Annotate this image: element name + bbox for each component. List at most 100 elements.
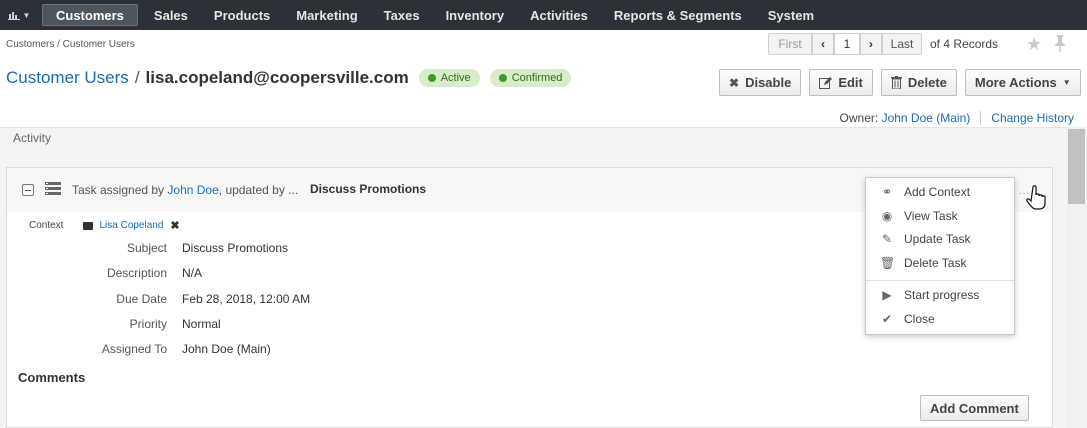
- dashboard-menu-button[interactable]: ▼: [0, 0, 38, 30]
- status-badge-label: Confirmed: [511, 72, 563, 84]
- nav-system[interactable]: System: [755, 0, 827, 30]
- menu-item-close[interactable]: ✔ Close: [866, 308, 1014, 330]
- field-value-due-date: Feb 28, 2018, 12:00 AM: [182, 292, 311, 306]
- title-separator: /: [134, 68, 140, 87]
- activity-label: Activity: [13, 131, 52, 145]
- caret-down-icon: ▼: [1062, 78, 1071, 87]
- task-subject-title: Discuss Promotions: [310, 182, 427, 196]
- play-icon: ▶: [882, 288, 892, 302]
- owner-label: Owner:: [839, 111, 879, 125]
- record-title: lisa.copeland@coopersville.com: [145, 68, 409, 87]
- pager-last-button[interactable]: Last: [882, 33, 922, 55]
- status-badge-active: Active: [418, 69, 480, 87]
- field-label-description: Description: [106, 266, 167, 280]
- edit-icon: ✎: [881, 232, 893, 246]
- edit-icon: [819, 76, 833, 89]
- field-value-subject: Discuss Promotions: [182, 241, 289, 255]
- edit-label: Edit: [838, 75, 863, 90]
- task-header-summary: Task assigned by John Doe, updated by ..…: [72, 183, 298, 197]
- context-label: Context: [29, 220, 64, 231]
- remove-context-icon[interactable]: ✖: [170, 219, 179, 232]
- context-row: Context Lisa Copeland ✖: [29, 219, 180, 232]
- status-badge-confirmed: Confirmed: [489, 69, 572, 87]
- nav-activities[interactable]: Activities: [517, 0, 601, 30]
- menu-item-label: Update Task: [904, 232, 971, 246]
- nav-products[interactable]: Products: [201, 0, 283, 30]
- collapse-icon[interactable]: [22, 184, 34, 196]
- delete-button[interactable]: Delete: [880, 69, 957, 96]
- nav-taxes[interactable]: Taxes: [371, 0, 433, 30]
- menu-item-update-task[interactable]: ✎ Update Task: [866, 228, 1014, 250]
- status-dot-icon: [498, 74, 507, 82]
- nav-reports-segments[interactable]: Reports & Segments: [601, 0, 755, 30]
- menu-item-label: Add Context: [904, 185, 971, 199]
- menu-item-delete-task[interactable]: 🗑 Delete Task: [866, 252, 1014, 274]
- nav-marketing[interactable]: Marketing: [283, 0, 370, 30]
- customer-users-link[interactable]: Customer Users: [6, 68, 129, 88]
- record-actions: ✖ Disable Edit Delete More Actions ▼: [719, 69, 1081, 96]
- comments-title: Comments: [18, 370, 86, 385]
- field-value-description: N/A: [182, 266, 203, 280]
- owner-link[interactable]: John Doe (Main): [882, 111, 971, 125]
- task-header-suffix: , updated by ...: [218, 183, 299, 197]
- owner-row: Owner: John Doe (Main) Change History: [840, 111, 1074, 125]
- star-icon[interactable]: ★: [1026, 34, 1042, 55]
- top-nav: ▼ Customers Sales Products Marketing Tax…: [0, 0, 1087, 30]
- pager-first-button[interactable]: First: [768, 33, 812, 55]
- context-link[interactable]: Lisa Copeland: [99, 220, 163, 231]
- task-header-prefix: Task assigned by: [72, 183, 165, 197]
- chevron-right-icon: ›: [869, 37, 873, 51]
- eye-icon: ◉: [881, 209, 893, 223]
- menu-item-label: Start progress: [904, 288, 980, 302]
- page-title: Customer Users / lisa.copeland@coopersvi…: [6, 68, 572, 88]
- disable-label: Disable: [745, 75, 792, 90]
- assigned-by-link[interactable]: John Doe: [167, 183, 218, 197]
- close-icon: ✖: [729, 75, 740, 90]
- more-actions-button[interactable]: More Actions ▼: [964, 69, 1081, 96]
- field-value-assigned-to[interactable]: John Doe (Main): [182, 342, 271, 356]
- bar-chart-icon: [7, 12, 20, 20]
- menu-item-view-task[interactable]: ◉ View Task: [866, 205, 1014, 227]
- add-comment-button[interactable]: Add Comment: [920, 395, 1029, 421]
- task-list-icon: [45, 182, 61, 195]
- nav-inventory[interactable]: Inventory: [433, 0, 518, 30]
- nav-customers[interactable]: Customers: [42, 4, 138, 26]
- field-value-priority: Normal: [182, 317, 221, 331]
- change-history-link[interactable]: Change History: [991, 111, 1074, 125]
- link-icon: ⚭: [881, 185, 893, 199]
- pager-page-input[interactable]: 1: [834, 33, 860, 55]
- menu-item-label: View Task: [904, 209, 958, 223]
- hand-cursor-icon: [1026, 185, 1046, 210]
- more-actions-label: More Actions: [974, 75, 1057, 90]
- breadcrumb[interactable]: Customers / Customer Users: [6, 39, 135, 50]
- status-badge-label: Active: [440, 72, 471, 84]
- pager: First ‹ 1 › Last of 4 Records: [768, 33, 998, 55]
- menu-item-label: Close: [904, 312, 935, 326]
- check-icon: ✔: [881, 312, 893, 326]
- disable-button[interactable]: ✖ Disable: [719, 69, 802, 96]
- menu-item-start-progress[interactable]: ▶ Start progress: [866, 284, 1014, 306]
- briefcase-icon: [83, 221, 94, 230]
- caret-down-icon: ▼: [22, 10, 31, 20]
- delete-label: Delete: [907, 75, 947, 90]
- menu-item-label: Delete Task: [904, 256, 967, 270]
- field-label-priority: Priority: [129, 317, 167, 331]
- status-dot-icon: [427, 74, 436, 82]
- trash-icon: [890, 76, 902, 89]
- scrollbar-thumb[interactable]: [1068, 129, 1085, 204]
- field-label-due-date: Due Date: [116, 292, 167, 306]
- edit-button[interactable]: Edit: [809, 69, 873, 96]
- pager-prev-button[interactable]: ‹: [812, 33, 834, 55]
- activity-section-header: Activity: [0, 127, 1066, 149]
- field-label-assigned-to: Assigned To: [101, 342, 167, 356]
- menu-divider: [866, 280, 1014, 281]
- nav-sales[interactable]: Sales: [141, 0, 201, 30]
- pager-next-button[interactable]: ›: [860, 33, 882, 55]
- menu-item-add-context[interactable]: ⚭ Add Context: [866, 181, 1014, 203]
- add-comment-label: Add Comment: [930, 400, 1019, 416]
- trash-icon: 🗑: [880, 256, 896, 270]
- pin-icon[interactable]: [1053, 34, 1067, 52]
- task-actions-dropdown: ⚭ Add Context ◉ View Task ✎ Update Task …: [865, 177, 1015, 335]
- chevron-left-icon: ‹: [821, 37, 825, 51]
- pager-record-count: of 4 Records: [930, 37, 999, 51]
